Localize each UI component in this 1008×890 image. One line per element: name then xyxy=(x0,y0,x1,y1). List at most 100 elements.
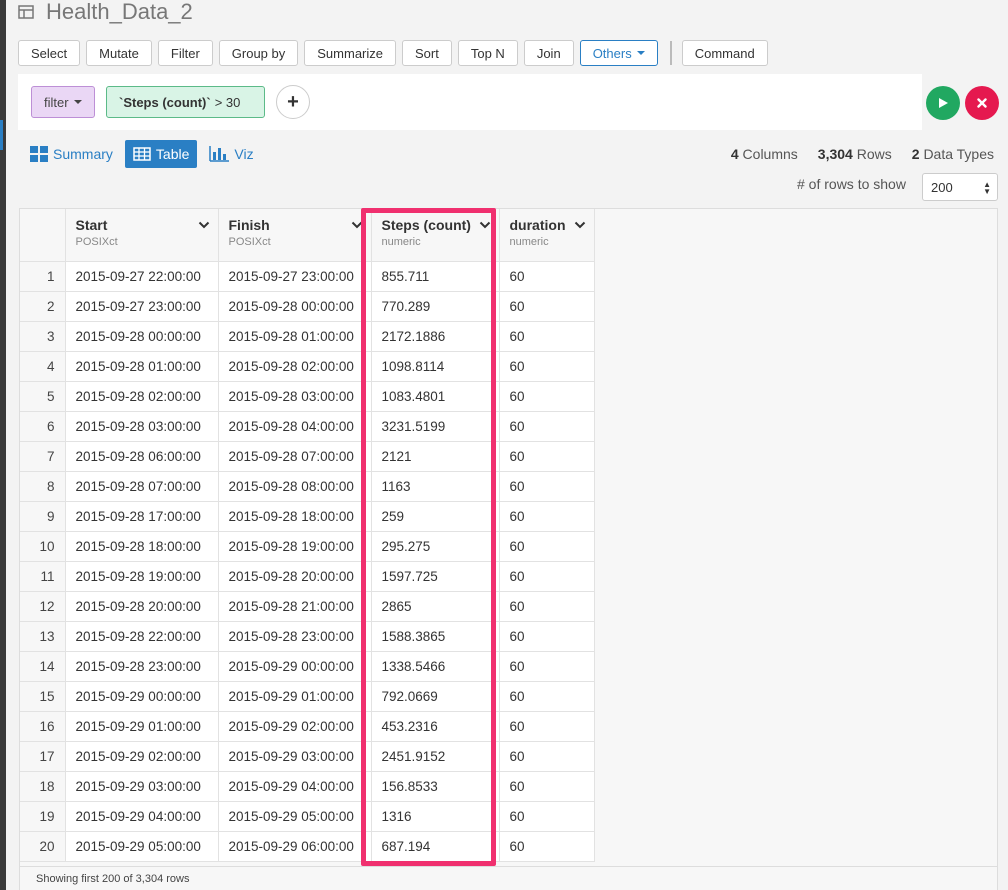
cell-steps-count: 1098.8114 xyxy=(371,351,500,382)
cell-start: 2015-09-28 18:00:00 xyxy=(65,531,219,562)
cell-duration: 60 xyxy=(499,261,595,292)
mutate-button[interactable]: Mutate xyxy=(86,40,152,66)
join-button[interactable]: Join xyxy=(523,40,574,66)
rows-label: Rows xyxy=(856,146,892,162)
filter-condition-token[interactable]: `Steps (count)` > 30 xyxy=(106,86,265,118)
add-condition-button[interactable]: + xyxy=(276,85,310,119)
cell-start: 2015-09-28 22:00:00 xyxy=(65,621,219,652)
column-header-duration[interactable]: duration numeric xyxy=(499,209,595,262)
types-count: 2 xyxy=(911,146,920,162)
cell-finish: 2015-09-27 23:00:00 xyxy=(218,261,372,292)
table-row: 4 2015-09-28 01:00:00 2015-09-28 02:00:00 1… xyxy=(20,351,595,382)
row-number: 16 xyxy=(20,711,66,742)
summarize-button[interactable]: Summarize xyxy=(304,40,397,66)
cell-start: 2015-09-29 00:00:00 xyxy=(65,681,219,712)
cell-steps-count: 770.289 xyxy=(371,291,500,322)
cell-duration: 60 xyxy=(499,651,595,682)
caret-down-icon xyxy=(73,100,82,104)
columns-count: 4 xyxy=(730,146,739,162)
cell-steps-count: 156.8533 xyxy=(371,771,500,802)
bar-chart-icon xyxy=(209,146,230,162)
tab-summary[interactable]: Summary xyxy=(30,140,121,168)
rows-to-show-select[interactable]: 200 ▲ ▼ xyxy=(922,173,998,201)
table-header-row: Start POSIXct Finish POSIXct Steps (coun… xyxy=(20,209,595,262)
cell-duration: 60 xyxy=(499,501,595,532)
cell-duration: 60 xyxy=(499,771,595,802)
cell-start: 2015-09-27 22:00:00 xyxy=(65,261,219,292)
cell-finish: 2015-09-28 03:00:00 xyxy=(218,381,372,412)
rows-stat: 3,304 Rows xyxy=(818,146,892,162)
column-header-finish[interactable]: Finish POSIXct xyxy=(218,209,372,262)
cell-start: 2015-09-28 02:00:00 xyxy=(65,381,219,412)
table-row: 1 2015-09-27 22:00:00 2015-09-27 23:00:00 8… xyxy=(20,261,595,292)
cell-finish: 2015-09-28 20:00:00 xyxy=(218,561,372,592)
select-button[interactable]: Select xyxy=(18,40,81,66)
cell-steps-count: 2172.1886 xyxy=(371,321,500,352)
cell-duration: 60 xyxy=(499,381,595,412)
row-number: 17 xyxy=(20,741,66,772)
cancel-button[interactable] xyxy=(965,86,999,120)
others-dropdown-button[interactable]: Others xyxy=(579,40,658,66)
cell-finish: 2015-09-29 02:00:00 xyxy=(218,711,372,742)
chevron-down-icon[interactable] xyxy=(198,221,210,229)
tab-summary-label: Summary xyxy=(53,146,113,162)
tab-viz[interactable]: Viz xyxy=(201,140,261,168)
command-button[interactable]: Command xyxy=(681,40,768,66)
chevron-down-icon[interactable] xyxy=(351,221,363,229)
row-number: 6 xyxy=(20,411,66,442)
tab-table[interactable]: Table xyxy=(124,140,198,168)
column-name: Start xyxy=(75,217,108,233)
cell-steps-count: 453.2316 xyxy=(371,711,500,742)
row-number: 18 xyxy=(20,771,66,802)
filter-button[interactable]: Filter xyxy=(157,40,213,66)
filter-type-dropdown[interactable]: filter xyxy=(31,86,95,118)
table-row: 11 2015-09-28 19:00:00 2015-09-28 20:00:00… xyxy=(20,561,595,592)
table-row: 20 2015-09-29 05:00:00 2015-09-29 06:00:00… xyxy=(20,831,595,862)
row-number-header xyxy=(20,209,66,262)
cell-start: 2015-09-28 03:00:00 xyxy=(65,411,219,442)
cell-steps-count: 1588.3865 xyxy=(371,621,500,652)
run-button[interactable] xyxy=(926,86,960,120)
column-header-steps-count[interactable]: Steps (count) numeric xyxy=(371,209,500,262)
chevron-down-icon[interactable] xyxy=(574,221,586,229)
left-edge-bar xyxy=(0,0,6,890)
plus-icon: + xyxy=(287,90,299,113)
top-n-button[interactable]: Top N xyxy=(457,40,518,66)
columns-stat: 4 Columns xyxy=(731,146,798,162)
filter-field-name: `Steps (count)` xyxy=(119,94,211,110)
cell-duration: 60 xyxy=(499,351,595,382)
table-row: 16 2015-09-29 01:00:00 2015-09-29 02:00:00… xyxy=(20,711,595,742)
cell-duration: 60 xyxy=(499,471,595,502)
column-header-start[interactable]: Start POSIXct xyxy=(65,209,219,262)
play-icon xyxy=(939,98,948,108)
cell-finish: 2015-09-29 06:00:00 xyxy=(218,831,372,862)
row-number: 10 xyxy=(20,531,66,562)
dataset-stats: 4 Columns 3,304 Rows 2 Data Types xyxy=(711,146,994,162)
table-row: 15 2015-09-29 00:00:00 2015-09-29 01:00:00… xyxy=(20,681,595,712)
rows-to-show-value: 200 xyxy=(931,179,953,195)
row-number: 5 xyxy=(20,381,66,412)
sort-button[interactable]: Sort xyxy=(402,40,452,66)
column-name: Steps (count) xyxy=(381,217,471,233)
row-number: 14 xyxy=(20,651,66,682)
cell-start: 2015-09-29 05:00:00 xyxy=(65,831,219,862)
caret-down-icon xyxy=(636,51,645,55)
cell-finish: 2015-09-28 23:00:00 xyxy=(218,621,372,652)
title-bar: Health_Data_2 xyxy=(18,0,193,24)
row-number: 2 xyxy=(20,291,66,322)
cell-start: 2015-09-28 20:00:00 xyxy=(65,591,219,622)
cell-steps-count: 1316 xyxy=(371,801,500,832)
chevron-down-icon[interactable] xyxy=(479,221,491,229)
rows-count: 3,304 xyxy=(817,146,853,162)
cell-duration: 60 xyxy=(499,561,595,592)
data-table: Start POSIXct Finish POSIXct Steps (coun… xyxy=(20,209,595,862)
cell-finish: 2015-09-29 01:00:00 xyxy=(218,681,372,712)
cell-duration: 60 xyxy=(499,321,595,352)
cell-steps-count: 792.0669 xyxy=(371,681,500,712)
cell-start: 2015-09-29 02:00:00 xyxy=(65,741,219,772)
cell-steps-count: 1338.5466 xyxy=(371,651,500,682)
cell-steps-count: 1597.725 xyxy=(371,561,500,592)
table-row: 5 2015-09-28 02:00:00 2015-09-28 03:00:00 1… xyxy=(20,381,595,412)
table-row: 10 2015-09-28 18:00:00 2015-09-28 19:00:00… xyxy=(20,531,595,562)
group-by-button[interactable]: Group by xyxy=(218,40,299,66)
